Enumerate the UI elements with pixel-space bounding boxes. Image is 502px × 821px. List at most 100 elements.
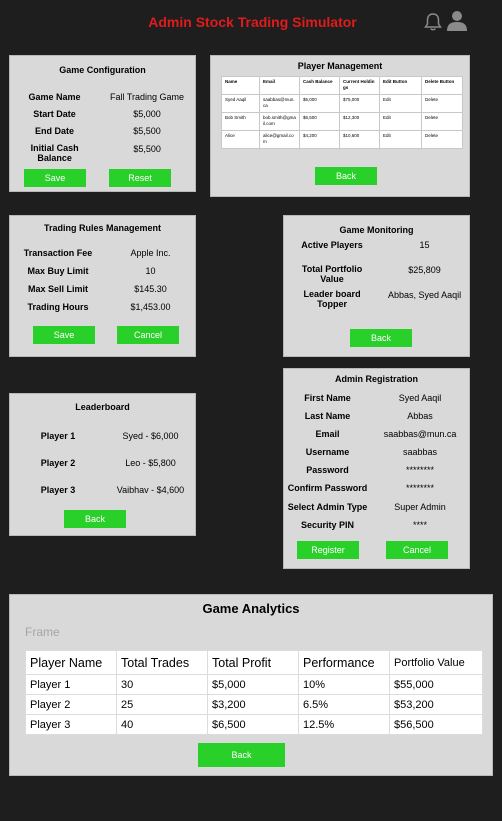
register-button[interactable]: Register (297, 541, 359, 559)
frame-label: Frame (25, 625, 60, 639)
cell-cash: $6,500 (299, 112, 340, 131)
leaderboard-row: Player 1 Syed - $6,000 (10, 431, 195, 441)
leaderboard-player: Player 1 (40, 431, 76, 441)
column-header: Total Profit (207, 650, 299, 675)
rule-row: Max Buy Limit 10 (10, 266, 195, 276)
trading-rules-title: Trading Rules Management (43, 223, 162, 233)
rule-value[interactable]: 10 (106, 266, 195, 276)
registration-row: Security PIN **** (284, 520, 469, 530)
cancel-button[interactable]: Cancel (386, 541, 448, 559)
registration-row: Confirm Password ******** (284, 483, 469, 493)
config-value[interactable]: $5,500 (99, 144, 195, 164)
leaderboard-score: Leo - $5,800 (125, 458, 176, 468)
save-button[interactable]: Save (33, 326, 95, 344)
confirm-password-field[interactable]: ******** (371, 483, 469, 493)
cell-profit: $3,200 (207, 694, 299, 715)
cell-player: Player 1 (25, 674, 117, 695)
delete-button[interactable]: Delete (421, 112, 463, 131)
save-button[interactable]: Save (24, 169, 86, 187)
config-row: Game Name Fall Trading Game (10, 92, 195, 102)
column-header: Current Holdings (339, 76, 380, 95)
player-table-header: Name Email Cash Balance Current Holdings… (221, 76, 463, 95)
edit-button[interactable]: Edit (379, 130, 422, 149)
column-header: Player Name (25, 650, 117, 675)
leaderboard-player: Player 3 (40, 485, 76, 495)
cell-trades: 25 (116, 694, 208, 715)
table-row: Alice alice@gmail.com $4,200 $10,600 Edi… (221, 130, 463, 149)
edit-button[interactable]: Edit (379, 94, 422, 113)
leaderboard-player: Player 2 (40, 458, 76, 468)
edit-button[interactable]: Edit (379, 112, 422, 131)
cell-portfolio: $56,500 (389, 714, 483, 735)
column-header: Email (259, 76, 300, 95)
registration-row: Password ******** (284, 465, 469, 475)
bell-icon[interactable] (424, 12, 442, 32)
cell-performance: 10% (298, 674, 390, 695)
monitoring-value: $25,809 (408, 265, 441, 275)
cell-portfolio: $55,000 (389, 674, 483, 695)
monitoring-row: Leader board Topper Abbas, Syed Aaqil (284, 289, 469, 310)
player-management-panel: Player Management Name Email Cash Balanc… (210, 55, 470, 197)
game-analytics-title: Game Analytics (202, 601, 300, 616)
cell-trades: 40 (116, 714, 208, 735)
cell-email: alice@gmail.com (259, 130, 300, 149)
player-management-back-button[interactable]: Back (315, 167, 377, 185)
leaderboard-row: Player 3 Vaibhav - $4,600 (10, 485, 195, 495)
game-monitoring-back-button[interactable]: Back (350, 329, 412, 347)
reset-button[interactable]: Reset (109, 169, 171, 187)
column-header: Cash Balance (299, 76, 340, 95)
table-row: Player 3 40 $6,500 12.5% $56,500 (25, 714, 483, 735)
config-value[interactable]: $5,000 (99, 109, 195, 119)
cell-holdings: $10,600 (339, 130, 380, 149)
leaderboard-title: Leaderboard (75, 402, 130, 412)
first-name-field[interactable]: Syed Aaqil (371, 393, 469, 403)
admin-type-select[interactable]: Super Admin (371, 502, 469, 512)
config-value[interactable]: Fall Trading Game (99, 92, 195, 102)
rule-value[interactable]: Apple Inc. (106, 248, 195, 258)
config-value[interactable]: $5,500 (99, 126, 195, 136)
monitoring-label: Leader board Topper (303, 289, 361, 309)
rule-value[interactable]: $1,453.00 (106, 302, 195, 312)
monitoring-row: Active Players 15 (284, 240, 469, 250)
config-row: End Date $5,500 (10, 126, 195, 136)
game-config-panel: Game Configuration Game Name Fall Tradin… (9, 55, 196, 192)
cell-email: saabbas@mun.ca (259, 94, 300, 113)
cell-profit: $6,500 (207, 714, 299, 735)
last-name-field[interactable]: Abbas (371, 411, 469, 421)
cell-name: Alice (221, 130, 260, 149)
monitoring-value: 15 (419, 240, 430, 250)
rule-label: Transaction Fee (23, 248, 93, 258)
cell-performance: 6.5% (298, 694, 390, 715)
registration-label: Security PIN (301, 520, 355, 530)
column-header: Name (221, 76, 260, 95)
rule-row: Max Sell Limit $145.30 (10, 284, 195, 294)
game-analytics-panel: Game Analytics Frame Player Name Total T… (9, 594, 493, 776)
username-field[interactable]: saabbas (371, 447, 469, 457)
column-header: Performance (298, 650, 390, 675)
config-label: End Date (35, 126, 75, 136)
analytics-back-button[interactable]: Back (198, 743, 285, 767)
rule-value[interactable]: $145.30 (106, 284, 195, 294)
email-field[interactable]: saabbas@mun.ca (371, 429, 469, 439)
delete-button[interactable]: Delete (421, 130, 463, 149)
registration-label: First Name (304, 393, 351, 403)
leaderboard-back-button[interactable]: Back (64, 510, 126, 528)
user-avatar-icon[interactable] (446, 10, 468, 32)
password-field[interactable]: ******** (371, 465, 469, 475)
leaderboard-score: Syed - $6,000 (122, 431, 179, 441)
cancel-button[interactable]: Cancel (117, 326, 179, 344)
registration-label: Last Name (304, 411, 351, 421)
monitoring-label: Active Players (301, 240, 363, 250)
cell-name: Syed Aaqil (221, 94, 260, 113)
delete-button[interactable]: Delete (421, 94, 463, 113)
column-header: Total Trades (116, 650, 208, 675)
table-row: Player 2 25 $3,200 6.5% $53,200 (25, 694, 483, 715)
registration-row: Username saabbas (284, 447, 469, 457)
analytics-header-row: Player Name Total Trades Total Profit Pe… (25, 650, 483, 675)
admin-registration-title: Admin Registration (334, 374, 418, 384)
cell-holdings: $75,000 (339, 94, 380, 113)
cell-player: Player 3 (25, 714, 117, 735)
cell-cash: $5,000 (299, 94, 340, 113)
rule-row: Transaction Fee Apple Inc. (10, 248, 195, 258)
security-pin-field[interactable]: **** (371, 520, 469, 530)
